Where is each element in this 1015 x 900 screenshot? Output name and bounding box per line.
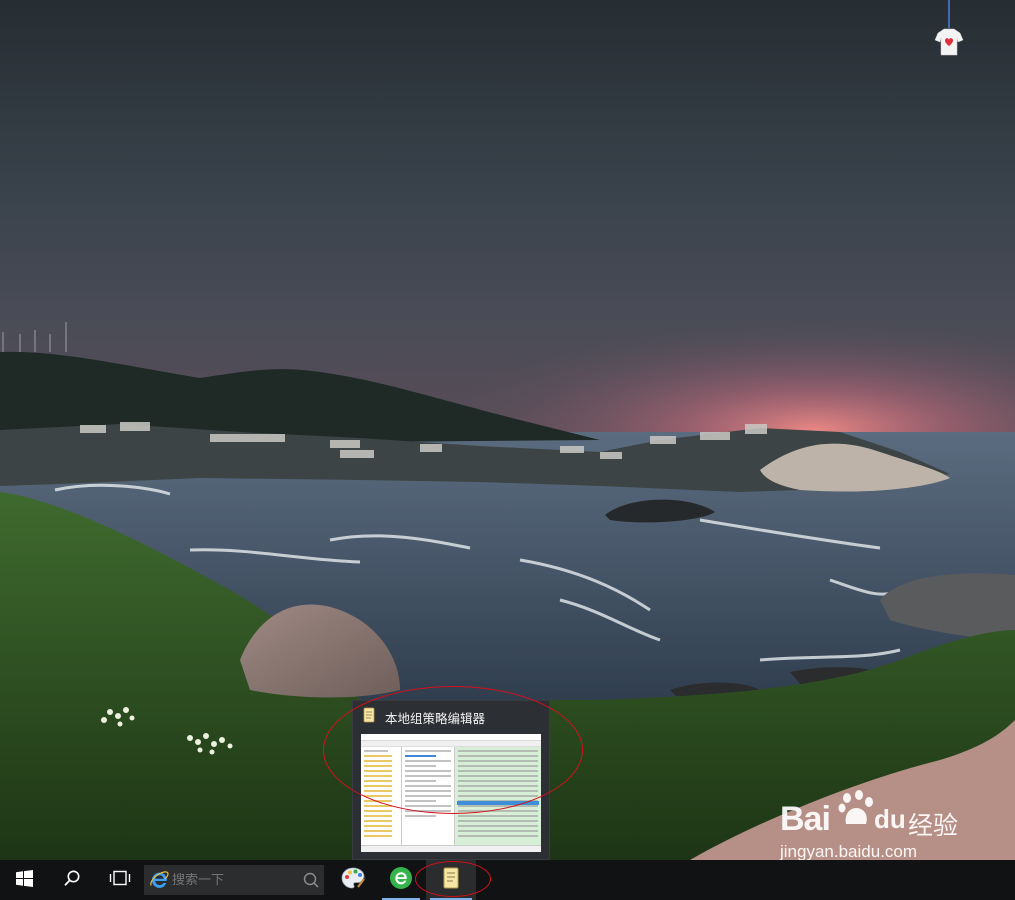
ie-logo-icon [146,870,172,890]
preview-header: 本地组策略编辑器 [361,707,485,727]
preview-title: 本地组策略编辑器 [385,710,486,726]
paw-icon [838,790,874,830]
preview-window-thumbnail[interactable] [361,734,541,852]
search-input[interactable] [172,872,292,888]
search-icon [63,869,81,891]
windows-logo-icon [15,869,33,891]
taskbar-app-green-e[interactable] [378,860,424,900]
watermark-brand: Bai [780,800,831,838]
thumb-settings-list [455,747,541,846]
taskbar-search-box[interactable] [144,865,324,895]
start-button[interactable] [0,860,48,900]
watermark-brand-suffix: du [874,804,906,834]
notepad-scroll-icon [361,707,377,727]
tshirt-heart-icon[interactable] [930,0,968,60]
taskbar-thumbnail-preview[interactable]: 本地组策略编辑器 [352,700,550,860]
baidu-watermark: Bai du 经验 jingyan.baidu.com [780,790,960,860]
taskbar-app-group-policy-editor[interactable] [426,860,476,900]
thumb-menubar [361,734,541,741]
thumb-statusbar [361,845,541,852]
taskbar [0,860,1015,900]
task-view-button[interactable] [96,860,144,900]
watermark-url: jingyan.baidu.com [780,842,918,860]
task-view-icon [109,870,131,890]
watermark-brand-cn: 经验 [908,811,959,840]
taskbar-app-paint-palette[interactable] [330,860,376,900]
search-magnifier-icon[interactable] [302,871,320,893]
green-e-icon [389,866,413,894]
notepad-scroll-icon [439,866,463,894]
cortana-search-button[interactable] [48,860,96,900]
thumb-tree-pane [361,747,402,846]
thumb-description-pane [402,747,455,846]
paint-palette-icon [340,865,367,895]
